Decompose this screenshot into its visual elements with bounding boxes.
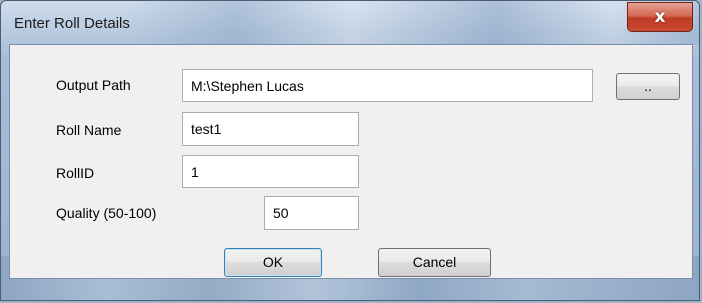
window-title: Enter Roll Details	[14, 15, 130, 32]
quality-field[interactable]	[264, 196, 359, 230]
quality-label: Quality (50-100)	[56, 205, 157, 221]
dialog-window: Enter Roll Details x Output Path .. Roll…	[0, 0, 700, 301]
title-bar-glass	[121, 1, 699, 45]
close-button[interactable]: x	[627, 2, 693, 32]
roll-name-field[interactable]	[182, 112, 359, 146]
roll-name-label: Roll Name	[56, 122, 122, 138]
cancel-button[interactable]: Cancel	[378, 248, 491, 277]
browse-button[interactable]: ..	[616, 73, 680, 100]
dialog-content: Output Path .. Roll Name RollID Quality …	[9, 44, 693, 279]
output-path-field[interactable]	[182, 69, 593, 102]
roll-id-field[interactable]	[182, 155, 359, 188]
output-path-label: Output Path	[56, 77, 131, 93]
close-icon: x	[654, 7, 666, 27]
roll-id-label: RollID	[56, 165, 95, 181]
ok-button[interactable]: OK	[224, 248, 322, 277]
